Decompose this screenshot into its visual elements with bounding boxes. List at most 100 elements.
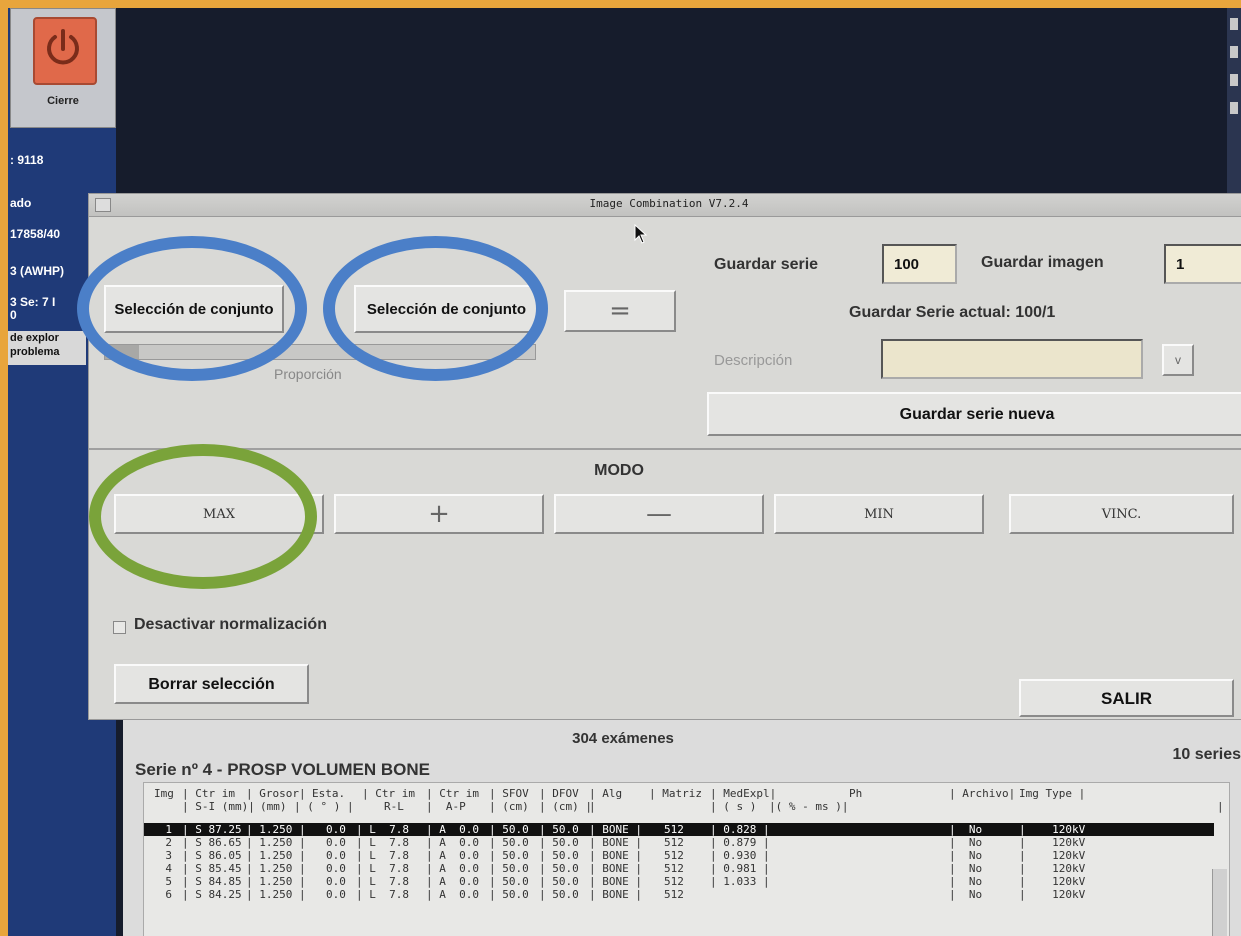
esta-cell: 0.0	[326, 823, 346, 836]
dfov-cell: | 50.0	[539, 849, 579, 862]
image-combination-dialog: Image Combination V7.2.4 Selección de co…	[77, 193, 1241, 720]
power-label: Cierre	[47, 95, 79, 107]
ctr-ap-cell: | A 0.0	[426, 888, 479, 901]
mode-add-button[interactable]: +	[334, 494, 544, 534]
dfov-cell: | 50.0	[539, 836, 579, 849]
sfov-cell: | 50.0	[489, 875, 529, 888]
image-table: Img | Ctr im | Grosor| Esta. | Ctr im | …	[143, 782, 1230, 936]
esta-cell: 0.0	[326, 836, 346, 849]
series-info: 3 Se: 7 I	[10, 295, 56, 309]
mouse-cursor-icon	[634, 224, 648, 244]
img-type-cell: | 120kV	[1019, 836, 1086, 849]
header-medexpl: | MedExpl|	[710, 787, 777, 800]
archivo-cell: | No	[949, 888, 983, 901]
header-matriz: | Matriz	[649, 787, 702, 800]
header-medexpl-unit: | ( s )	[710, 800, 757, 813]
clear-selection-button[interactable]: Borrar selección	[114, 664, 309, 704]
tag-line-2: problema	[10, 346, 60, 358]
ctr-si-cell: | S 84.25	[182, 888, 242, 901]
exploration-tag: de explor problema	[8, 331, 86, 365]
set-selection-1-button[interactable]: Selección de conjunto	[104, 285, 284, 333]
matriz-cell: 512	[664, 849, 684, 862]
power-button[interactable]: Cierre	[10, 8, 116, 128]
table-scrollbar[interactable]	[1212, 869, 1227, 936]
normalization-checkbox[interactable]	[113, 621, 126, 634]
mode-vinc-button[interactable]: VINC.	[1009, 494, 1234, 534]
img-type-cell: | 120kV	[1019, 823, 1086, 836]
save-panel: Guardar serie 100 Guardar imagen 1 Guard…	[689, 234, 1241, 444]
description-field[interactable]	[881, 339, 1143, 379]
header-sfov-unit: | (cm)	[489, 800, 529, 813]
table-header: Img | Ctr im | Grosor| Esta. | Ctr im | …	[144, 787, 1229, 817]
series-list-panel: 304 exámenes 10 series Serie nº 4 - PROS…	[123, 718, 1241, 936]
ctr-si-cell: | S 86.05	[182, 849, 242, 862]
header-dfov-unit: | (cm) |	[539, 800, 592, 813]
header-esta: Esta.	[312, 787, 346, 800]
toolbar-handle-icon[interactable]	[1230, 46, 1238, 58]
dfov-cell: | 50.0	[539, 888, 579, 901]
table-row[interactable]: 3 | S 86.05 | 1.250 | 0.0 | L 7.8 | A 0.0 | 50…	[144, 849, 1214, 862]
img-cell: 2	[165, 836, 172, 849]
table-row[interactable]: 2 | S 86.65 | 1.250 | 0.0 | L 7.8 | A 0.0 | 50…	[144, 836, 1214, 849]
mode-max-button[interactable]: MAX	[114, 494, 324, 534]
img-cell: 6	[165, 888, 172, 901]
img-cell: 5	[165, 875, 172, 888]
table-row[interactable]: 5 | S 84.85 | 1.250 | 0.0 | L 7.8 | A 0.0 | 50…	[144, 875, 1214, 888]
img-cell: 4	[165, 862, 172, 875]
patient-id: 17858/40	[10, 227, 61, 241]
alg-cell: | BONE |	[589, 888, 642, 901]
ctr-si-cell: | S 86.65	[182, 836, 242, 849]
exit-button[interactable]: SALIR	[1019, 679, 1234, 717]
save-new-series-button[interactable]: Guardar serie nueva	[707, 392, 1241, 436]
save-series-field[interactable]: 100	[882, 244, 957, 284]
save-image-field[interactable]: 1	[1164, 244, 1241, 284]
header-type-sep: |	[1217, 800, 1224, 813]
sfov-cell: | 50.0	[489, 836, 529, 849]
description-dropdown-button[interactable]: v	[1162, 344, 1194, 376]
ctr-rl-cell: | L 7.8	[356, 836, 409, 849]
exam-count: 304 exámenes	[572, 730, 674, 747]
header-grosor: | Grosor|	[246, 787, 306, 800]
save-series-label: Guardar serie	[714, 256, 819, 273]
tag-line-1: de explor	[10, 332, 59, 344]
ctr-rl-cell: | L 7.8	[356, 875, 409, 888]
toolbar-handle-icon[interactable]	[1230, 18, 1238, 30]
sfov-cell: | 50.0	[489, 823, 529, 836]
current-series-label: Guardar Serie actual: 100/1	[849, 304, 1056, 321]
archivo-cell: | No	[949, 862, 983, 875]
sfov-cell: | 50.0	[489, 862, 529, 875]
toolbar-handle-icon[interactable]	[1230, 102, 1238, 114]
ctr-si-cell: | S 84.85	[182, 875, 242, 888]
archivo-cell: | No	[949, 849, 983, 862]
toolbar-handle-icon[interactable]	[1230, 74, 1238, 86]
matriz-cell: 512	[664, 888, 684, 901]
alg-cell: | BONE |	[589, 836, 642, 849]
header-alg-sep: |	[589, 800, 596, 813]
mode-min-button[interactable]: MIN	[774, 494, 984, 534]
series-title: Serie nº 4 - PROSP VOLUMEN BONE	[135, 760, 430, 779]
alg-cell: | BONE |	[589, 875, 642, 888]
grosor-cell: | 1.250 |	[246, 862, 306, 875]
equals-button[interactable]: =	[564, 290, 676, 332]
matriz-cell: 512	[664, 823, 684, 836]
mode-subtract-button[interactable]: —	[554, 494, 764, 534]
ctr-ap-cell: | A 0.0	[426, 849, 479, 862]
dfov-cell: | 50.0	[539, 875, 579, 888]
series-zero: 0	[10, 308, 17, 322]
dialog-titlebar[interactable]: Image Combination V7.2.4	[89, 194, 1241, 217]
esta-cell: 0.0	[326, 875, 346, 888]
table-row[interactable]: 1 | S 87.25 | 1.250 | 0.0 | L 7.8 | A 0.0 | 50…	[144, 823, 1214, 836]
normalization-label: Desactivar normalización	[134, 616, 327, 633]
exam-number: : 9118	[10, 153, 44, 167]
header-ph-unit: |( % - ms )|	[769, 800, 849, 813]
header-esta-unit: | ( ° ) |	[294, 800, 354, 813]
header-ctr-si: | Ctr im	[182, 787, 235, 800]
table-row[interactable]: 4 | S 85.45 | 1.250 | 0.0 | L 7.8 | A 0.0 | 50…	[144, 862, 1214, 875]
grosor-cell: | 1.250 |	[246, 888, 306, 901]
proportion-bar[interactable]	[104, 344, 536, 360]
ctr-rl-cell: | L 7.8	[356, 849, 409, 862]
set-selection-2-button[interactable]: Selección de conjunto	[354, 285, 539, 333]
table-row[interactable]: 6 | S 84.25 | 1.250 | 0.0 | L 7.8 | A 0.0 | 50…	[144, 888, 1214, 901]
ctr-rl-cell: | L 7.8	[356, 823, 409, 836]
series-count: 10 series	[1172, 746, 1241, 763]
